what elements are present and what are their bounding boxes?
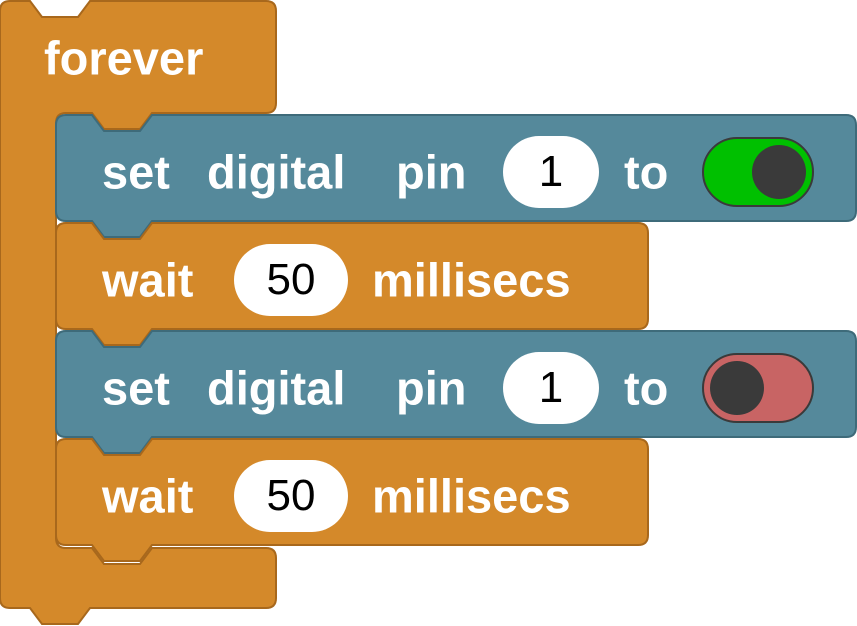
set-label: set xyxy=(102,145,170,199)
wait-label: wait xyxy=(102,469,194,523)
millisecs-label: millisecs xyxy=(372,253,571,307)
millisecs-label: millisecs xyxy=(372,469,571,523)
toggle-knob xyxy=(752,145,806,199)
to-label: to xyxy=(624,145,669,199)
toggle-knob xyxy=(710,361,764,415)
to-label: to xyxy=(624,361,669,415)
pin-number-input[interactable]: 1 xyxy=(503,136,599,208)
pin-number-input[interactable]: 1 xyxy=(503,352,599,424)
pin-label: pin xyxy=(396,361,467,415)
forever-label: forever xyxy=(44,31,204,85)
pin-state-toggle-off[interactable] xyxy=(702,353,814,423)
digital-label: digital xyxy=(207,145,346,199)
set-label: set xyxy=(102,361,170,415)
wait-label: wait xyxy=(102,253,194,307)
script-canvas: forever set digital pin 1 to wait 50 mil… xyxy=(0,0,857,626)
pin-state-toggle-on[interactable] xyxy=(702,137,814,207)
block-shapes xyxy=(0,0,857,625)
wait-duration-input[interactable]: 50 xyxy=(234,460,348,532)
wait-duration-input[interactable]: 50 xyxy=(234,244,348,316)
pin-label: pin xyxy=(396,145,467,199)
digital-label: digital xyxy=(207,361,346,415)
